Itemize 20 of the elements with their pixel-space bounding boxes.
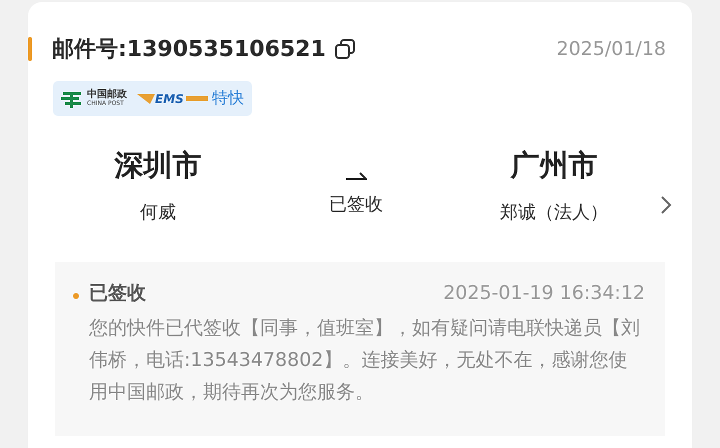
route-status: 已签收 bbox=[329, 193, 383, 216]
tracking-time: 2025-01-19 16:34:12 bbox=[443, 282, 645, 304]
wing-icon bbox=[137, 92, 155, 104]
copy-icon[interactable] bbox=[334, 38, 356, 60]
chevron-right-icon[interactable] bbox=[660, 195, 672, 215]
sender-name: 何威 bbox=[140, 201, 176, 224]
post-logo-icon bbox=[61, 90, 83, 108]
tracking-description: 您的快件已代签收【同事，值班室】，如有疑问请电联快递员【刘伟桥，电话:13543478802】。连接美好，无处不在，感谢您使用中国邮政，期待再次为您服务。 bbox=[89, 316, 641, 405]
status-dot bbox=[73, 293, 79, 299]
post-date: 2025/01/18 bbox=[556, 38, 666, 60]
ems-logo-text: EMS bbox=[155, 92, 184, 106]
origin-city: 深圳市 bbox=[114, 147, 202, 184]
recipient-name: 郑诚（法人） bbox=[500, 201, 608, 224]
tracking-status: 已签收 bbox=[89, 281, 146, 306]
accent-bar bbox=[28, 37, 32, 61]
destination-city: 广州市 bbox=[510, 147, 598, 184]
stripe-icon bbox=[186, 94, 208, 102]
tracking-number: 邮件号:1390535106521 bbox=[52, 36, 326, 64]
brand-name: 中国邮政 bbox=[87, 90, 127, 100]
service-type: 特快 bbox=[212, 88, 244, 109]
